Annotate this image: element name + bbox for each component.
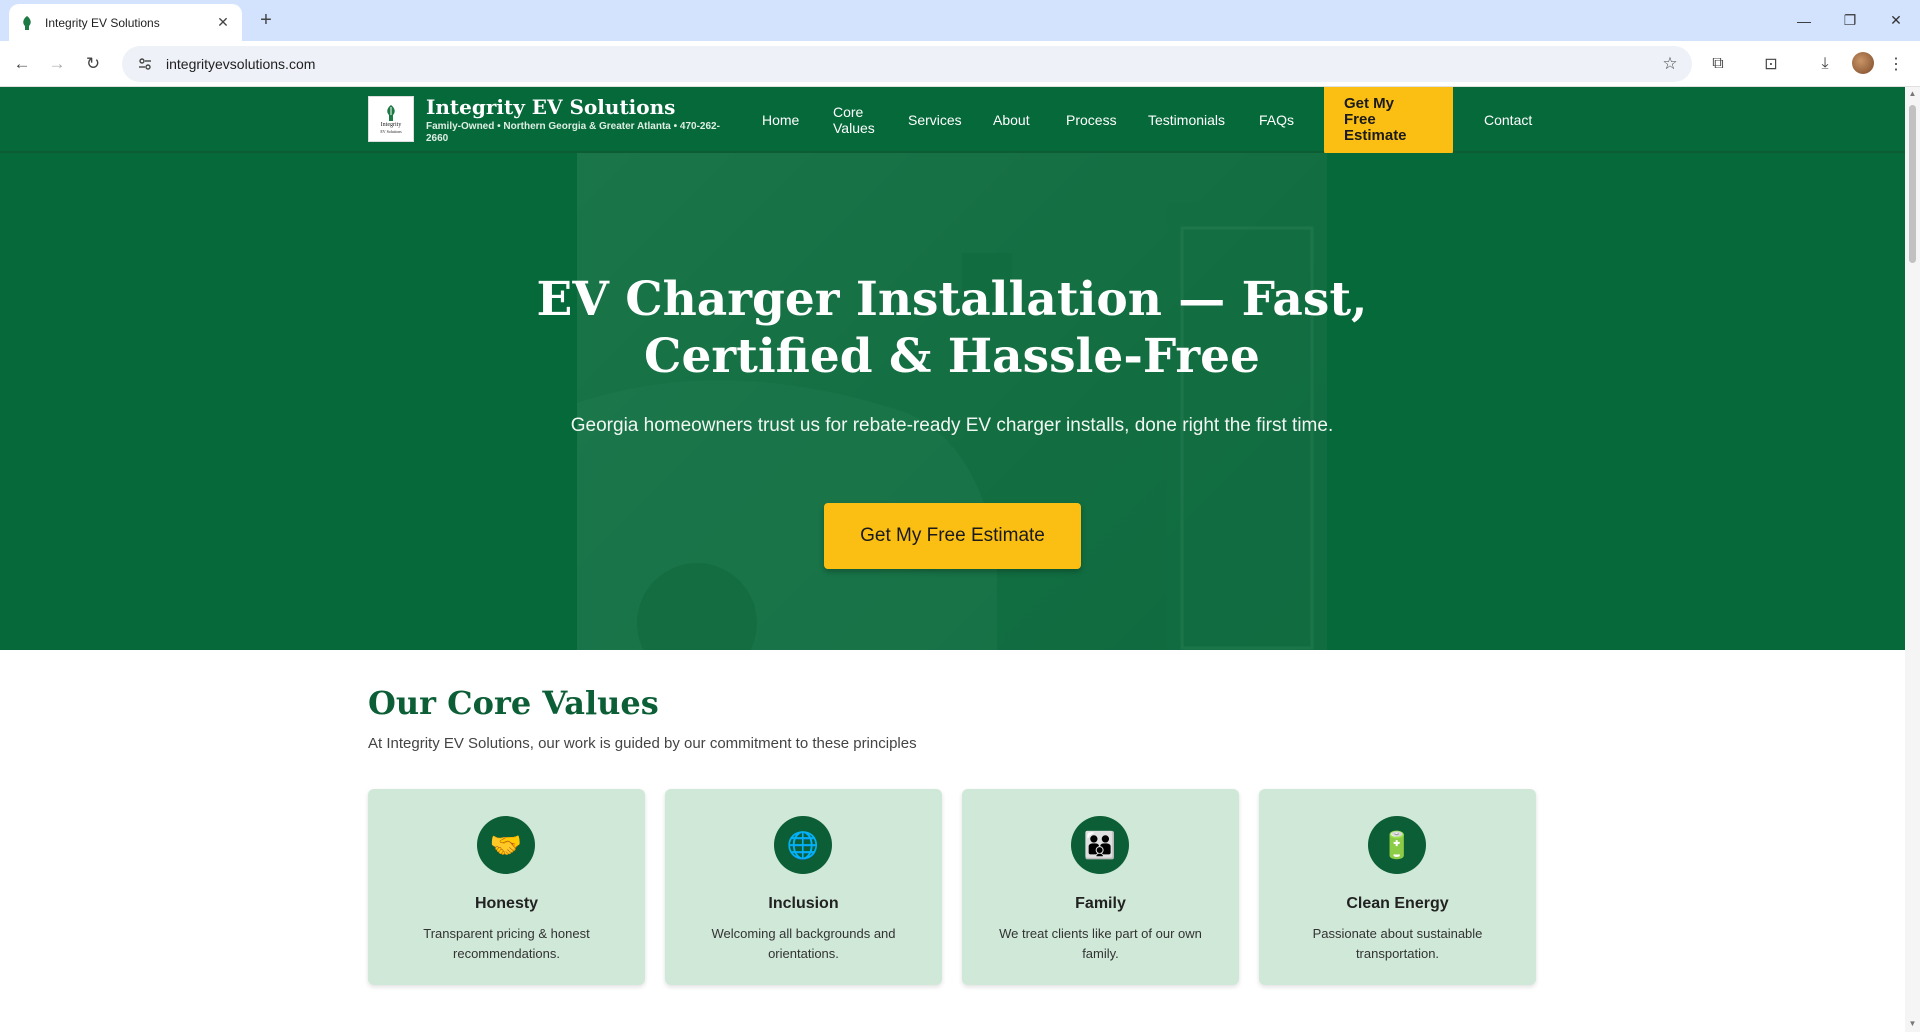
site-settings-icon[interactable] — [130, 56, 160, 72]
url-text: integrityevsolutions.com — [166, 56, 316, 72]
close-icon[interactable]: ✕ — [214, 14, 232, 31]
nav-faqs[interactable]: FAQs — [1259, 112, 1294, 128]
value-name: Inclusion — [768, 895, 839, 912]
nav-core-values-line1: Core — [833, 104, 864, 120]
nav-core-values[interactable]: Core Values — [833, 104, 875, 136]
hero-section: EV Charger Installation — Fast, Certifie… — [0, 153, 1905, 650]
value-name: Honesty — [474, 895, 539, 912]
tab-title: Integrity EV Solutions — [45, 15, 160, 30]
browser-toolbar: ← → ↻ integrityevsolutions.com ☆ ⧉ ⊡ ⤓ ⋮ — [0, 41, 1920, 87]
hero-free-estimate-button[interactable]: Get My Free Estimate — [824, 503, 1081, 569]
menu-kebab-icon[interactable]: ⋮ — [1883, 51, 1909, 77]
forward-icon[interactable]: → — [43, 50, 71, 78]
scroll-down-arrow-icon[interactable]: ▼ — [1908, 1019, 1917, 1028]
brand-name[interactable]: Integrity EV Solutions — [426, 95, 675, 119]
hero-subtitle: Georgia homeowners trust us for rebate-r… — [570, 415, 1334, 436]
scroll-thumb[interactable] — [1909, 105, 1916, 263]
bookmark-star-icon[interactable]: ☆ — [1654, 54, 1686, 74]
value-card-inclusion: 🌐 Inclusion Welcoming all backgrounds an… — [665, 789, 942, 985]
brand-tagline: Family-Owned • Northern Georgia & Greate… — [426, 121, 720, 144]
value-description: Transparent pricing & honest recommendat… — [423, 926, 590, 961]
hero-title-line1: EV Charger Installation — Fast, — [536, 272, 1368, 327]
nav-free-estimate-button[interactable]: Get My Free Estimate — [1324, 87, 1453, 156]
family-icon: 👪 — [1071, 816, 1129, 874]
hero-title: EV Charger Installation — Fast, Certifie… — [452, 271, 1452, 385]
profile-avatar[interactable] — [1852, 52, 1874, 74]
extensions-icon[interactable]: ⧉ — [1705, 51, 1731, 77]
nav-cta-line2: Free — [1344, 111, 1376, 128]
page-scrollbar[interactable]: ▲ ▼ — [1905, 87, 1920, 1032]
value-name: Family — [1075, 895, 1126, 912]
tab-search-icon[interactable]: ⊡ — [1758, 51, 1784, 77]
page-viewport: Integrity EV Solutions Integrity EV Solu… — [0, 87, 1905, 1032]
value-card-family: 👪 Family We treat clients like part of o… — [962, 789, 1239, 985]
value-card-clean-energy: 🔋 Clean Energy Passionate about sustaina… — [1259, 789, 1536, 985]
hero-title-line2: Certified & Hassle-Free — [644, 329, 1260, 384]
window-close-icon[interactable]: ✕ — [1873, 0, 1919, 41]
nav-cta-line1: Get My — [1344, 95, 1395, 112]
value-name: Clean Energy — [1346, 895, 1449, 912]
hero-overlay — [0, 153, 1905, 650]
handshake-icon: 🤝 — [477, 816, 535, 874]
nav-core-values-line2: Values — [833, 120, 875, 136]
value-description: Passionate about sustainable transportat… — [1312, 926, 1483, 961]
minimize-icon[interactable]: — — [1781, 0, 1827, 41]
reload-icon[interactable]: ↻ — [79, 50, 107, 78]
nav-services[interactable]: Services — [908, 112, 962, 128]
address-bar[interactable]: integrityevsolutions.com ☆ — [122, 46, 1692, 82]
logo-text: Integrity — [380, 122, 402, 128]
nav-home[interactable]: Home — [762, 112, 799, 128]
leaf-plug-favicon-icon — [23, 15, 31, 30]
nav-testimonials[interactable]: Testimonials — [1148, 112, 1225, 128]
leaf-plug-logo-icon — [387, 105, 395, 121]
value-description: Welcoming all backgrounds and orientatio… — [711, 926, 896, 961]
nav-about[interactable]: About — [993, 112, 1030, 128]
download-icon[interactable]: ⤓ — [1812, 51, 1838, 77]
scroll-up-arrow-icon[interactable]: ▲ — [1908, 89, 1917, 98]
nav-cta-line3: Estimate — [1344, 127, 1407, 144]
core-values-title: Our Core Values — [368, 684, 659, 722]
value-card-honesty: 🤝 Honesty Transparent pricing & honest r… — [368, 789, 645, 985]
core-values-subtitle: At Integrity EV Solutions, our work is g… — [368, 735, 917, 752]
logo-subtext: EV Solutions — [380, 129, 402, 134]
globe-icon: 🌐 — [774, 816, 832, 874]
battery-icon: 🔋 — [1368, 816, 1426, 874]
restore-icon[interactable]: ❐ — [1827, 0, 1873, 41]
new-tab-plus-icon[interactable]: + — [253, 8, 279, 34]
browser-tab-bar: Integrity EV Solutions ✕ + — ❐ ✕ — [0, 0, 1920, 41]
value-description: We treat clients like part of our own fa… — [999, 926, 1202, 961]
nav-process[interactable]: Process — [1066, 112, 1117, 128]
site-header: Integrity EV Solutions Integrity EV Solu… — [0, 87, 1905, 156]
browser-tab[interactable]: Integrity EV Solutions ✕ — [9, 4, 242, 41]
site-logo[interactable]: Integrity EV Solutions — [368, 96, 414, 142]
nav-contact[interactable]: Contact — [1484, 112, 1532, 128]
back-icon[interactable]: ← — [8, 50, 36, 78]
